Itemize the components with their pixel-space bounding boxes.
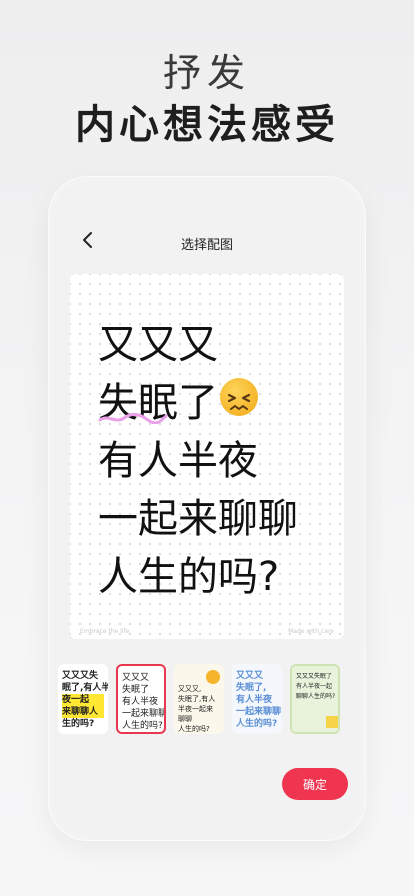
thumbnail-line: 又又又 bbox=[122, 673, 150, 683]
style-thumbnail-5[interactable]: 又又又失眠了 有人半夜一起 聊聊人生的吗? bbox=[290, 664, 340, 734]
confounded-face-emoji-icon bbox=[220, 378, 258, 416]
preview-line: 一起来聊聊 bbox=[98, 496, 298, 542]
thumbnail-line: 失眠了 bbox=[122, 685, 150, 695]
headline-line-2: 内心想法感受 bbox=[75, 102, 339, 148]
thumbnail-line: 有人半夜一起 bbox=[296, 683, 333, 690]
thumbnail-line: 聊聊人生的吗? bbox=[296, 693, 336, 700]
thumbnail-line: 又又又 bbox=[236, 671, 264, 681]
thumbnail-line: 又又又失 bbox=[62, 671, 99, 681]
pink-squiggle-underline bbox=[98, 412, 168, 424]
image-preview: 又又又 失眠了 有人半夜 一起来聊聊 人生的吗? Embrace the lif… bbox=[70, 274, 344, 639]
style-thumbnail-4[interactable]: 又又又 失眠了, 有人半夜 一起来聊聊 人生的吗? bbox=[232, 664, 282, 734]
thumbnail-line: 一起来聊聊 bbox=[236, 707, 282, 717]
page-title: 选择配图 bbox=[180, 238, 233, 253]
sticky-note-icon bbox=[326, 716, 338, 728]
thumbnail-line: 又又又, bbox=[178, 685, 202, 693]
preview-line: 又又又 bbox=[98, 322, 218, 368]
thumbnail-line: 失眠了, bbox=[236, 683, 267, 693]
preview-line: 人生的吗? bbox=[98, 554, 280, 600]
thumbnail-line: 有人半夜 bbox=[236, 695, 273, 705]
style-thumbnail-2[interactable]: 又又又 失眠了 有人半夜 一起来聊聊 人生的吗? bbox=[116, 664, 166, 734]
headline-line-1: 抒发 bbox=[162, 51, 251, 95]
style-thumbnail-strip: 又又又失 眠了,有人半 夜一起 来聊聊人 生的吗? 又又又 失眠了 有人半夜 一… bbox=[58, 664, 358, 744]
thumbnail-line: 有人半夜 bbox=[122, 697, 159, 707]
preview-footer-right: Made with care bbox=[288, 628, 334, 635]
preview-footer-left: Embrace the life bbox=[80, 628, 130, 635]
thumbnail-line: 一起来聊聊 bbox=[122, 709, 166, 719]
thumbnail-line: 生的吗? bbox=[62, 719, 95, 729]
thumbnail-line: 眠了,有人半 bbox=[62, 683, 108, 693]
style-thumbnail-3[interactable]: 又又又, 失眠了,有人 半夜一起来 聊聊 人生的吗? bbox=[174, 664, 224, 734]
style-thumbnail-1[interactable]: 又又又失 眠了,有人半 夜一起 来聊聊人 生的吗? bbox=[58, 664, 108, 734]
thumbnail-line: 失眠了,有人 bbox=[178, 695, 216, 703]
confirm-button[interactable]: 确定 bbox=[282, 768, 348, 800]
preview-line-with-emoji: 失眠了 bbox=[98, 374, 298, 432]
thumbnail-line: 人生的吗? bbox=[122, 721, 163, 731]
thumbnail-line: 来聊聊人 bbox=[62, 706, 104, 718]
thumbnail-line: 又又又失眠了 bbox=[296, 673, 333, 680]
preview-text: 又又又 失眠了 有人半夜 一起来聊聊 人生的吗? bbox=[98, 316, 298, 606]
highlighted-text: 失眠了 bbox=[98, 380, 218, 426]
thumbnail-line: 半夜一起来 bbox=[178, 705, 213, 713]
thumbnail-line: 夜一起 bbox=[62, 694, 104, 706]
thumbnail-line: 人生的吗? bbox=[236, 719, 278, 729]
thumbnail-line: 人生的吗? bbox=[178, 725, 210, 733]
app-screen: 选择配图 又又又 失眠了 有人半夜 一起来聊聊 人生的吗? Embrace th… bbox=[54, 182, 360, 835]
preview-line: 有人半夜 bbox=[98, 438, 258, 484]
face-emoji-icon bbox=[206, 670, 220, 684]
phone-frame: 选择配图 又又又 失眠了 有人半夜 一起来聊聊 人生的吗? Embrace th… bbox=[48, 176, 366, 841]
thumbnail-line: 聊聊 bbox=[178, 715, 192, 723]
